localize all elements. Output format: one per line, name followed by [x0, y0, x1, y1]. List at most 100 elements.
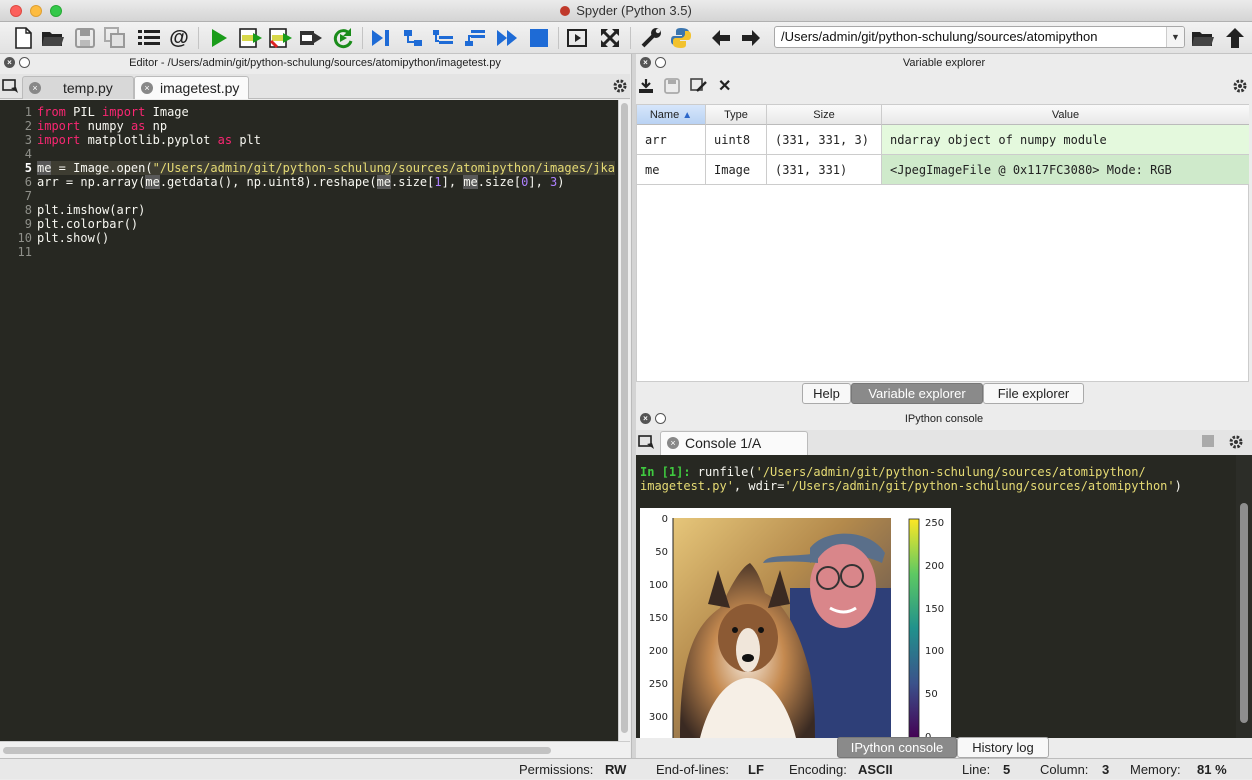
- close-window-button[interactable]: [10, 5, 22, 17]
- cell-value: <JpegImageFile @ 0x117FC3080> Mode: RGB: [882, 155, 1249, 185]
- tab-history-log[interactable]: History log: [957, 737, 1049, 758]
- fullscreen-icon[interactable]: [597, 25, 623, 51]
- line-value: 5: [1003, 762, 1011, 777]
- undock-pane-icon[interactable]: [19, 57, 30, 68]
- column-header-value[interactable]: Value: [882, 105, 1249, 125]
- colorbar: [908, 518, 920, 738]
- step-return-icon[interactable]: [462, 25, 488, 51]
- save-data-as-icon[interactable]: [690, 78, 708, 97]
- run-selection-icon[interactable]: [298, 25, 324, 51]
- permissions-value: RW: [605, 762, 627, 777]
- python-path-icon[interactable]: [668, 25, 694, 51]
- memory-value: 81 %: [1197, 762, 1227, 777]
- remove-all-icon[interactable]: ✕: [718, 76, 731, 96]
- run-cell-icon[interactable]: [238, 25, 264, 51]
- close-pane-icon[interactable]: ×: [640, 413, 651, 424]
- run-icon[interactable]: [206, 25, 232, 51]
- column-header-name[interactable]: Name ▲: [637, 105, 706, 125]
- column-header-size[interactable]: Size: [767, 105, 882, 125]
- console-tab-bar: × Console 1/A: [636, 430, 1252, 455]
- close-pane-icon[interactable]: ×: [640, 57, 651, 68]
- zoom-window-button[interactable]: [50, 5, 62, 17]
- rerun-icon[interactable]: [330, 25, 356, 51]
- save-all-icon[interactable]: [102, 25, 128, 51]
- tab-file-explorer[interactable]: File explorer: [983, 383, 1084, 404]
- y-axis: 0 50 100 150 200 250 300: [649, 514, 674, 738]
- step-into-icon[interactable]: [430, 25, 456, 51]
- scroll-thumb[interactable]: [3, 747, 551, 754]
- ipython-console-title: IPython console: [904, 413, 984, 425]
- line-number: 8: [24, 203, 32, 217]
- console-output[interactable]: In [1]: runfile('/Users/admin/git/python…: [636, 455, 1252, 738]
- gear-icon[interactable]: [612, 78, 628, 94]
- save-data-icon[interactable]: [664, 78, 680, 97]
- undock-pane-icon[interactable]: [655, 57, 666, 68]
- column-header-type[interactable]: Type: [706, 105, 767, 125]
- browse-folder-icon[interactable]: [1190, 25, 1216, 51]
- scroll-thumb[interactable]: [621, 103, 628, 733]
- scroll-thumb[interactable]: [1240, 503, 1248, 723]
- line-number: 7: [24, 189, 32, 203]
- browse-tabs-icon[interactable]: [2, 78, 20, 94]
- stop-kernel-icon[interactable]: [1202, 435, 1214, 447]
- command-text: runfile(: [690, 465, 756, 479]
- browse-tabs-icon[interactable]: [638, 434, 656, 450]
- undock-pane-icon[interactable]: [655, 413, 666, 424]
- photo-image: [673, 518, 891, 738]
- close-pane-icon[interactable]: ×: [4, 57, 15, 68]
- preferences-icon[interactable]: [638, 25, 664, 51]
- forward-icon[interactable]: [738, 25, 764, 51]
- console-input-line: In [1]: runfile('/Users/admin/git/python…: [640, 465, 1200, 493]
- at-icon[interactable]: @: [166, 25, 192, 51]
- tab-imagetest-py[interactable]: × imagetest.py: [134, 76, 249, 99]
- code-line: plt.colorbar(): [37, 217, 139, 231]
- tab-variable-explorer[interactable]: Variable explorer: [851, 383, 983, 404]
- variable-explorer-toolbar: ✕: [636, 74, 1252, 100]
- column-header-label: Name: [649, 109, 680, 121]
- line-number: 9: [24, 217, 32, 231]
- code-line: plt.imshow(arr): [37, 203, 146, 217]
- maximize-icon[interactable]: [565, 25, 591, 51]
- tab-help[interactable]: Help: [802, 383, 851, 404]
- editor-vertical-scrollbar[interactable]: [618, 100, 630, 741]
- chevron-down-icon[interactable]: ▼: [1166, 27, 1184, 47]
- tab-temp-py[interactable]: × temp.py: [22, 76, 134, 99]
- list-icon[interactable]: [136, 25, 162, 51]
- save-icon[interactable]: [72, 25, 98, 51]
- continue-icon[interactable]: [494, 25, 520, 51]
- back-icon[interactable]: [708, 25, 734, 51]
- tab-label: imagetest.py: [160, 80, 240, 96]
- gear-icon[interactable]: [1228, 434, 1244, 453]
- run-cell-advance-icon[interactable]: [268, 25, 294, 51]
- y-tick-label: 250: [649, 679, 668, 690]
- gear-icon[interactable]: [1232, 78, 1248, 97]
- command-string: imagetest.py': [640, 479, 734, 493]
- close-tab-icon[interactable]: ×: [141, 82, 153, 94]
- editor-horizontal-scrollbar[interactable]: [0, 741, 630, 758]
- tab-ipython-console[interactable]: IPython console: [837, 737, 957, 758]
- parent-folder-icon[interactable]: [1222, 25, 1248, 51]
- spyder-app-icon: [560, 6, 571, 16]
- y-tick-label: 0: [662, 514, 668, 525]
- tab-label: Console 1/A: [685, 435, 762, 451]
- command-string: '/Users/admin/git/python-schulung/source…: [784, 479, 1175, 493]
- close-tab-icon[interactable]: ×: [29, 82, 41, 94]
- minimize-window-button[interactable]: [30, 5, 42, 17]
- encoding-label: Encoding:: [789, 762, 847, 777]
- inline-figure: 0 50 100 150 200 250 300 250 200 150 100…: [640, 508, 951, 738]
- step-icon[interactable]: [400, 25, 426, 51]
- code-editor[interactable]: 1 2 3 4 5 6 7 8 9 10 11 from PIL import …: [0, 100, 630, 741]
- line-number-gutter: 1 2 3 4 5 6 7 8 9 10 11: [0, 100, 34, 741]
- stop-icon[interactable]: [526, 25, 552, 51]
- command-string: '/Users/admin/git/python-schulung/source…: [755, 465, 1146, 479]
- new-file-icon[interactable]: [10, 25, 36, 51]
- open-file-icon[interactable]: [40, 25, 66, 51]
- debug-icon[interactable]: [368, 25, 394, 51]
- console-vertical-scrollbar[interactable]: [1236, 455, 1252, 738]
- import-data-icon[interactable]: [638, 78, 654, 97]
- window-title: Spyder (Python 3.5): [576, 3, 692, 18]
- close-tab-icon[interactable]: ×: [667, 437, 679, 449]
- tab-console-1a[interactable]: × Console 1/A: [660, 431, 808, 455]
- working-directory-combo[interactable]: /Users/admin/git/python-schulung/sources…: [774, 26, 1185, 48]
- code-line: from PIL import Image: [37, 105, 189, 119]
